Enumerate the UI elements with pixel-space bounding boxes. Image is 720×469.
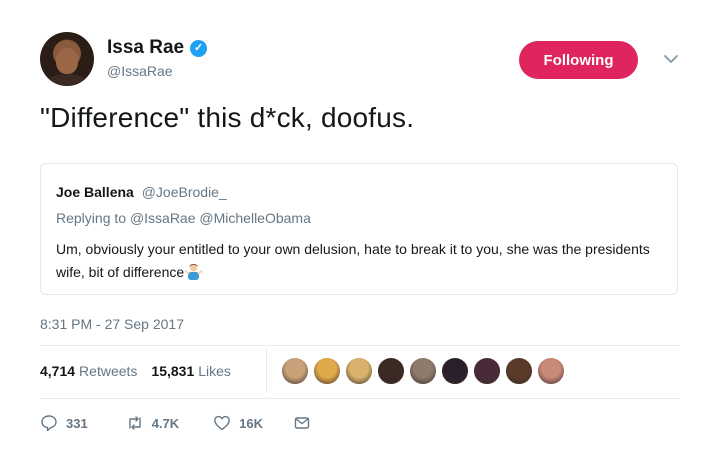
quoted-tweet[interactable]: Joe Ballena @JoeBrodie_ Replying to @Iss… xyxy=(40,163,678,295)
liker-avatar[interactable] xyxy=(537,357,565,385)
like-count: 16K xyxy=(239,415,264,431)
following-button[interactable]: Following xyxy=(519,41,638,79)
reply-icon xyxy=(41,415,57,432)
retweet-icon xyxy=(129,416,141,430)
engagement-stats: 4,714 Retweets 15,831 Likes xyxy=(40,363,231,379)
timestamp[interactable]: 8:31 PM - 27 Sep 2017 xyxy=(40,316,184,332)
mention-link[interactable]: @IssaRae xyxy=(130,210,196,226)
tweet-card: Issa Rae ✓ @IssaRae Following "Differenc… xyxy=(0,0,720,469)
liker-avatar[interactable] xyxy=(505,357,533,385)
likes-label[interactable]: Likes xyxy=(198,363,231,379)
tweet-text: "Difference" this d*ck, doofus. xyxy=(40,102,415,133)
liker-avatar[interactable] xyxy=(473,357,501,385)
shrug-emoji-icon xyxy=(185,263,203,280)
stats-separator xyxy=(266,349,267,393)
author-handle[interactable]: @IssaRae xyxy=(107,63,173,79)
liker-avatars xyxy=(281,357,569,385)
liker-avatar[interactable] xyxy=(345,357,373,385)
quoted-author-handle: @JoeBrodie_ xyxy=(141,184,227,200)
retweets-count[interactable]: 4,714 xyxy=(40,363,75,379)
avatar[interactable] xyxy=(40,32,94,86)
reply-button[interactable]: 331 xyxy=(40,414,88,432)
liker-avatar[interactable] xyxy=(441,357,469,385)
quoted-header: Joe Ballena @JoeBrodie_ xyxy=(56,184,227,200)
direct-message-button[interactable] xyxy=(293,414,311,432)
like-button[interactable]: 16K xyxy=(213,414,263,432)
quoted-author-name: Joe Ballena xyxy=(56,184,134,200)
retweets-label[interactable]: Retweets xyxy=(79,363,137,379)
author-name-row: Issa Rae ✓ xyxy=(107,37,208,59)
retweet-button[interactable]: 4.7K xyxy=(126,414,179,432)
verified-badge-icon: ✓ xyxy=(190,39,208,57)
mention-link[interactable]: @MichelleObama xyxy=(199,210,310,226)
action-bar: 331 4.7K 16K xyxy=(40,414,311,432)
reply-count: 331 xyxy=(66,415,88,431)
likes-count[interactable]: 15,831 xyxy=(151,363,194,379)
direct-message-icon xyxy=(294,417,310,429)
liker-avatar[interactable] xyxy=(377,357,405,385)
liker-avatar[interactable] xyxy=(313,357,341,385)
like-icon xyxy=(214,415,231,431)
replying-to: Replying to @IssaRae @MichelleObama xyxy=(56,210,311,226)
divider xyxy=(40,345,680,346)
quoted-body: Um, obviously your entitled to your own … xyxy=(56,238,666,284)
divider xyxy=(40,398,680,399)
liker-avatar[interactable] xyxy=(281,357,309,385)
replying-to-label: Replying to xyxy=(56,210,127,226)
chevron-down-icon[interactable] xyxy=(662,50,680,68)
quoted-body-text: Um, obviously your entitled to your own … xyxy=(56,241,650,280)
retweet-count: 4.7K xyxy=(151,415,180,431)
author-name[interactable]: Issa Rae xyxy=(107,37,184,59)
liker-avatar[interactable] xyxy=(409,357,437,385)
